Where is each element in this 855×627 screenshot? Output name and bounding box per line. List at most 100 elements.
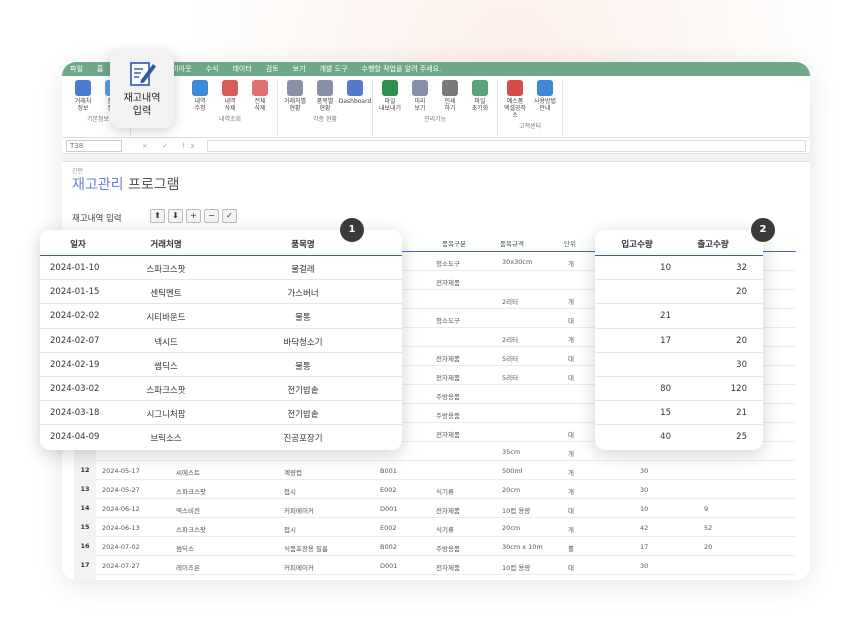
table-row: 12 2024-05-17 씨에스트 계량컵 B001 500ml 개 30 [74,461,796,480]
transaction-row[interactable]: 2024-01-10 스파크스팟 물걸레 [40,256,402,281]
row-tool-button-2[interactable]: + [186,209,201,223]
ribbon-button-2-1[interactable]: 품목별 현황 [312,80,338,112]
row-tool-button-0[interactable]: ⬆ [150,209,165,223]
ribbon-button-1-0[interactable]: 내역 수정 [187,80,213,112]
cell-date: 2024-07-27 [102,562,140,570]
header-item: 품목명 [291,240,315,250]
ribbon-button-2-2[interactable]: Dashboard [339,80,371,112]
formula-row: T38 × ✓ fx [62,138,810,154]
cell-unit: 개 [568,298,574,306]
transaction-row[interactable]: 2024-04-09 브릭소스 진공포장기 [40,425,402,449]
inventory-input-label: 재고내역 입력 [123,93,161,117]
cell-item: 가스버너 [287,289,319,300]
cell-vendor: 시티바운드 [146,313,186,324]
ribbon-button-label: 인쇄 하기 [444,98,456,112]
transaction-row[interactable]: 2024-03-18 시그니처팜 전기밥솥 [40,401,402,426]
ribbon-icon [317,80,333,96]
transaction-row[interactable]: 2024-03-02 스파크스팟 전기밥솥 [40,377,402,402]
formula-bar[interactable] [206,139,806,152]
row-tool-button-4[interactable]: ✓ [222,209,237,223]
cell-spec: 2리터 [502,298,519,306]
ribbon-button-4-1[interactable]: 사용방법 안내 [532,80,558,119]
quantity-row[interactable]: 17 20 [595,329,763,353]
menu-item-8[interactable]: 개발 도구 [320,64,348,74]
cell-spec: 2리터 [502,336,519,344]
ribbon-button-label: 거래처 정보 [74,98,92,112]
transaction-row[interactable]: 2024-01-15 센틱멘트 가스버너 [40,280,402,305]
ribbon-button-label: 파일 초기화 [471,98,489,112]
menu-item-4[interactable]: 수식 [206,64,219,74]
ribbon-icon [192,80,208,96]
cell-date: 2024-02-07 [50,335,100,346]
menu-item-5[interactable]: 데이터 [232,64,251,74]
quantity-row[interactable]: 80 120 [595,377,763,402]
row-number: 18 [74,575,96,580]
ribbon-button-3-3[interactable]: 파일 초기화 [467,80,493,112]
ribbon-button-1-1[interactable]: 내역 삭제 [217,80,243,112]
quantity-card: 입고수량 출고수량 10 32 20 21 17 20 30 80 120 15 21 40 25 [595,230,763,450]
cell-item: 접시 [284,526,296,534]
quantity-row[interactable]: 30 [595,353,763,377]
formula-controls: × ✓ fx [142,141,201,150]
cell-unit: 개 [568,469,574,477]
menu-item-9[interactable]: 수행할 작업을 알려 주세요. [362,64,442,74]
header-category: 품목구분 [442,240,466,248]
menu-bar: 파일홈삽입페이지 레이아웃수식데이터검토보기개발 도구수행할 작업을 알려 주세… [62,62,810,76]
ribbon-button-3-1[interactable]: 미리 보기 [407,80,433,112]
header-spec: 품목규격 [500,240,524,248]
cell-date: 2024-06-13 [102,524,140,532]
cell-date: 2024-01-15 [50,287,100,298]
quantity-row[interactable]: 15 21 [595,401,763,426]
cell-unit: 개 [568,260,574,268]
ribbon-button-3-2[interactable]: 인쇄 하기 [437,80,463,112]
page-title: 재고관리 프로그램 [72,174,180,194]
inventory-input-button[interactable]: 재고내역 입력 [110,50,174,128]
ribbon-button-3-0[interactable]: 파일 내보내기 [377,80,403,112]
cell-in-qty: 21 [660,311,671,322]
cell-date: 2024-03-02 [50,383,100,394]
ribbon-button-0-0[interactable]: 거래처 정보 [70,80,96,112]
cell-out-qty: 20 [736,287,747,298]
menu-item-1[interactable]: 홈 [97,64,103,74]
cell-out-qty: 30 [736,359,747,370]
cell-category: 전자제품 [436,507,460,515]
ribbon-button-4-0[interactable]: 예스폼 엑셀공작소 [502,80,528,119]
menu-item-0[interactable]: 파일 [70,64,83,74]
quantity-row[interactable]: 40 25 [595,425,763,449]
transaction-row[interactable]: 2024-02-07 넥시드 바닥청소기 [40,329,402,353]
ribbon-group-4: 예스폼 엑셀공작소 사용방법 안내 고객센터 [498,80,563,136]
cell-item: 접시 [284,488,296,496]
cell-category: 전자제품 [436,431,460,439]
name-box[interactable]: T38 [66,139,122,152]
cell-date: 2024-03-18 [50,408,100,419]
cell-category: 주방용품 [436,412,460,420]
row-tool-button-1[interactable]: ⬇ [168,209,183,223]
ribbon-button-2-0[interactable]: 거래처별 현황 [282,80,308,112]
menu-item-6[interactable]: 검토 [266,64,279,74]
ribbon-icon [412,80,428,96]
cell-vendor: 엑스비전 [176,507,200,515]
ribbon-button-1-2[interactable]: 전체 삭제 [247,80,273,112]
ribbon-button-label: 전체 삭제 [254,98,266,112]
cell-date: 2024-01-10 [50,263,100,273]
ribbon-items: 내역 수정 내역 삭제 전체 삭제 [187,80,273,112]
ribbon-items: 파일 내보내기 미리 보기 인쇄 하기 파일 초기화 [377,80,493,112]
cell-item: 진공포장기 [283,434,323,445]
menu-item-7[interactable]: 보기 [293,64,306,74]
cell-vendor: 시그니처팜 [146,410,186,421]
ribbon-icon [507,80,523,96]
cell-code: B001 [380,467,397,475]
quantity-row[interactable]: 10 32 [595,256,763,281]
quantity-row[interactable]: 21 [595,304,763,329]
cell-date: 2024-06-12 [102,505,140,513]
cell-unit: 개 [568,336,574,344]
row-tool-button-3[interactable]: − [204,209,219,223]
quantity-row[interactable]: 20 [595,280,763,305]
cell-in-qty: 42 [640,524,649,532]
cell-in-qty: 17 [640,543,649,551]
cell-in-qty: 10 [660,263,671,273]
transaction-row[interactable]: 2024-02-02 시티바운드 물통 [40,304,402,329]
ribbon-button-label: 예스폼 엑셀공작소 [503,98,527,119]
ribbon-button-label: Dashboard [338,98,372,105]
transaction-row[interactable]: 2024-02-19 썸딕스 물통 [40,353,402,377]
